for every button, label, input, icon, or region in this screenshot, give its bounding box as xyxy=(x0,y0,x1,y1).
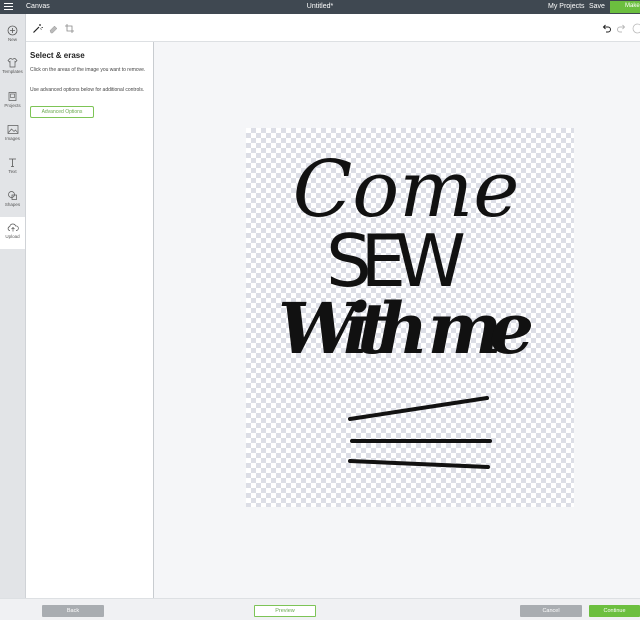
cancel-button[interactable]: Cancel xyxy=(520,605,582,617)
rail-label: Projects xyxy=(4,103,21,108)
panel-title: Select & erase xyxy=(30,51,85,60)
bottom-action-bar: Back Preview Cancel Continue xyxy=(0,598,640,620)
my-projects-link[interactable]: My Projects xyxy=(548,3,585,10)
artwork-stroke-3 xyxy=(348,459,490,469)
handlettered-artwork: Come SEW With me xyxy=(278,145,534,469)
back-button[interactable]: Back xyxy=(42,605,104,617)
rail-label: Upload xyxy=(5,234,20,239)
cloud-upload-icon xyxy=(7,223,19,232)
artwork-text-line3: With me xyxy=(278,287,534,370)
uploaded-image[interactable]: Come SEW With me xyxy=(246,128,574,507)
crop-icon[interactable] xyxy=(64,23,75,34)
undo-icon[interactable] xyxy=(601,23,612,34)
rail-item-new[interactable]: New xyxy=(0,20,25,52)
document-title: Untitled* xyxy=(306,3,334,10)
canvas-area[interactable]: Come SEW With me xyxy=(155,42,640,598)
rail-item-images[interactable]: Images xyxy=(0,119,25,151)
rail-label: Shapes xyxy=(4,202,21,207)
artwork-stroke-1 xyxy=(348,396,489,421)
select-erase-panel: Select & erase Click on the areas of the… xyxy=(26,42,154,598)
panel-instruction-primary: Click on the areas of the image you want… xyxy=(30,67,146,73)
rail-item-upload[interactable]: Upload xyxy=(0,217,25,249)
continue-button[interactable]: Continue xyxy=(589,605,640,617)
rail-label: Images xyxy=(5,136,20,141)
top-bar: Canvas Untitled* My Projects Save Make xyxy=(0,0,640,14)
redo-icon[interactable] xyxy=(616,23,627,34)
make-button[interactable]: Make xyxy=(610,1,640,13)
help-icon[interactable] xyxy=(632,23,640,34)
preview-button[interactable]: Preview xyxy=(254,605,316,617)
rail-item-projects[interactable]: Projects xyxy=(0,86,25,118)
left-rail: New Templates Projects Images Text Shape… xyxy=(0,14,26,620)
shapes-icon xyxy=(8,191,17,200)
panel-instruction-secondary: Use advanced options below for additiona… xyxy=(30,87,145,93)
projects-icon xyxy=(8,92,17,101)
edit-toolbar xyxy=(26,14,640,42)
eraser-icon[interactable] xyxy=(48,23,59,34)
rail-label: Text xyxy=(8,169,17,174)
rail-label: Templates xyxy=(2,69,23,74)
plus-circle-icon xyxy=(7,25,18,36)
text-icon xyxy=(9,158,16,167)
rail-item-shapes[interactable]: Shapes xyxy=(0,185,25,217)
magic-wand-icon[interactable] xyxy=(32,23,43,34)
image-icon xyxy=(7,125,18,134)
rail-item-templates[interactable]: Templates xyxy=(0,52,25,84)
shirt-icon xyxy=(7,58,18,68)
save-link[interactable]: Save xyxy=(589,3,605,10)
rail-item-text[interactable]: Text xyxy=(0,152,25,184)
advanced-options-button[interactable]: Advanced Options xyxy=(30,106,94,118)
rail-label: New xyxy=(7,37,17,42)
